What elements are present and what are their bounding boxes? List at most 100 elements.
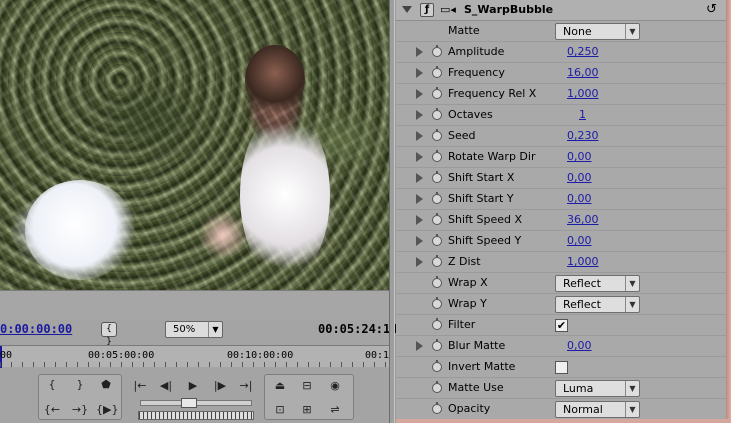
stopwatch-icon[interactable] [432,255,442,267]
play-in-to-out-icon[interactable]: {▶} [96,401,118,419]
property-row-wrap-y: Wrap Y Reflect ▼ [396,294,726,315]
dropdown-value: Normal [563,403,603,416]
twirl-open-icon[interactable] [402,6,412,13]
trim-monitor-icon[interactable]: ⇌ [325,401,345,419]
lift-icon[interactable]: ⏏ [270,377,290,395]
stopwatch-icon[interactable] [432,129,442,141]
stopwatch-icon[interactable] [432,108,442,120]
property-value-rotate-warp-dir[interactable]: 0,00 [567,150,592,163]
property-value-frequency-rel-x[interactable]: 1,000 [567,87,599,100]
property-row-shift-start-x: Shift Start X 0,00 [396,168,726,189]
property-label: Octaves [448,108,493,121]
step-back-icon[interactable]: ◀| [156,377,176,395]
shuttle-knob[interactable] [181,398,197,408]
export-frame-icon[interactable]: ◉ [325,377,345,395]
property-label: Amplitude [448,45,505,58]
property-value-shift-speed-y[interactable]: 0,00 [567,234,592,247]
step-to-next-edit-icon[interactable]: →| [236,377,256,395]
twirl-icon [416,404,423,414]
property-dropdown-matte-use[interactable]: Luma ▼ [555,380,640,397]
property-checkbox-filter[interactable]: ✔ [555,319,568,332]
stopwatch-icon[interactable] [432,318,442,330]
property-row-shift-speed-y: Shift Speed Y 0,00 [396,231,726,252]
stopwatch-icon[interactable] [432,213,442,225]
twirl-icon[interactable] [416,194,423,204]
stopwatch-icon[interactable] [432,192,442,204]
insert-icon[interactable]: ⊡ [270,401,290,419]
twirl-icon[interactable] [416,68,423,78]
property-dropdown-opacity[interactable]: Normal ▼ [555,401,640,418]
current-timecode[interactable]: 0:00:00:00 [0,322,72,336]
mark-out-icon[interactable]: } [70,376,90,394]
effect-header: ƒ ▭◂ S_WarpBubble ↺ [396,0,726,21]
property-value-amplitude[interactable]: 0,250 [567,45,599,58]
fx-toggle-icon[interactable]: ƒ [420,3,434,17]
go-to-in-icon[interactable]: {← [42,401,62,419]
zoom-dropdown[interactable]: 50% ▼ [165,321,223,338]
twirl-icon[interactable] [416,215,423,225]
extract-icon[interactable]: ⊟ [297,377,317,395]
monitor-controls-bar [0,290,389,320]
overlay-icon[interactable]: ⊞ [297,401,317,419]
stopwatch-icon[interactable] [432,339,442,351]
jog-wheel[interactable] [138,411,254,420]
property-dropdown-matte[interactable]: None ▼ [555,23,640,40]
twirl-icon[interactable] [416,110,423,120]
property-dropdown-wrap-x[interactable]: Reflect ▼ [555,275,640,292]
property-label: Wrap X [448,276,488,289]
chevron-down-icon: ▼ [625,402,639,417]
property-value-shift-speed-x[interactable]: 36,00 [567,213,599,226]
video-viewer[interactable] [0,0,389,290]
property-row-invert-matte: Invert Matte [396,357,726,378]
twirl-icon[interactable] [416,47,423,57]
twirl-icon[interactable] [416,341,423,351]
stopwatch-icon[interactable] [432,66,442,78]
chevron-down-icon: ▼ [208,322,222,337]
property-value-shift-start-y[interactable]: 0,00 [567,192,592,205]
panel-splitter[interactable] [389,0,395,423]
twirl-icon[interactable] [416,152,423,162]
stopwatch-icon[interactable] [432,150,442,162]
property-value-blur-matte[interactable]: 0,00 [567,339,592,352]
property-value-frequency[interactable]: 16,00 [567,66,599,79]
property-label: Shift Start X [448,171,515,184]
safe-margins-button[interactable]: { } [101,322,117,347]
play-icon[interactable]: ▶ [183,377,203,395]
property-label: Shift Start Y [448,192,514,205]
property-value-z-dist[interactable]: 1,000 [567,255,599,268]
twirl-icon[interactable] [416,131,423,141]
effect-controls-panel: ƒ ▭◂ S_WarpBubble ↺ Matte None ▼ Amplitude 0… [396,0,726,423]
stopwatch-icon[interactable] [432,381,442,393]
property-row-filter: Filter ✔ [396,315,726,336]
zoom-value: 50% [173,324,196,335]
property-value-octaves[interactable]: 1 [579,108,586,121]
property-row-amplitude: Amplitude 0,250 [396,42,726,63]
twirl-icon[interactable] [416,236,423,246]
stopwatch-icon[interactable] [432,87,442,99]
set-marker-icon[interactable]: ⬟ [96,376,116,394]
twirl-icon[interactable] [416,89,423,99]
ruler-label-1: 00:05:00:00 [88,350,155,361]
property-value-shift-start-x[interactable]: 0,00 [567,171,592,184]
twirl-icon [416,299,423,309]
step-to-previous-edit-icon[interactable]: |← [130,377,150,395]
mark-in-icon[interactable]: { [42,376,62,394]
property-dropdown-wrap-y[interactable]: Reflect ▼ [555,296,640,313]
stopwatch-icon[interactable] [432,297,442,309]
time-ruler[interactable]: 00 00:05:00:00 00:10:00:00 00:1 [0,345,389,368]
stopwatch-icon[interactable] [432,45,442,57]
go-to-out-icon[interactable]: →} [70,401,90,419]
reset-icon[interactable]: ↺ [706,2,717,17]
twirl-icon [416,320,423,330]
property-checkbox-invert-matte[interactable] [555,361,568,374]
step-forward-icon[interactable]: |▶ [210,377,230,395]
stopwatch-icon[interactable] [432,360,442,372]
twirl-icon[interactable] [416,257,423,267]
stopwatch-icon[interactable] [432,234,442,246]
stopwatch-icon[interactable] [432,171,442,183]
stopwatch-icon[interactable] [432,276,442,288]
property-value-seed[interactable]: 0,230 [567,129,599,142]
stopwatch-icon[interactable] [432,402,442,414]
twirl-icon[interactable] [416,173,423,183]
property-label: Filter [448,318,476,331]
